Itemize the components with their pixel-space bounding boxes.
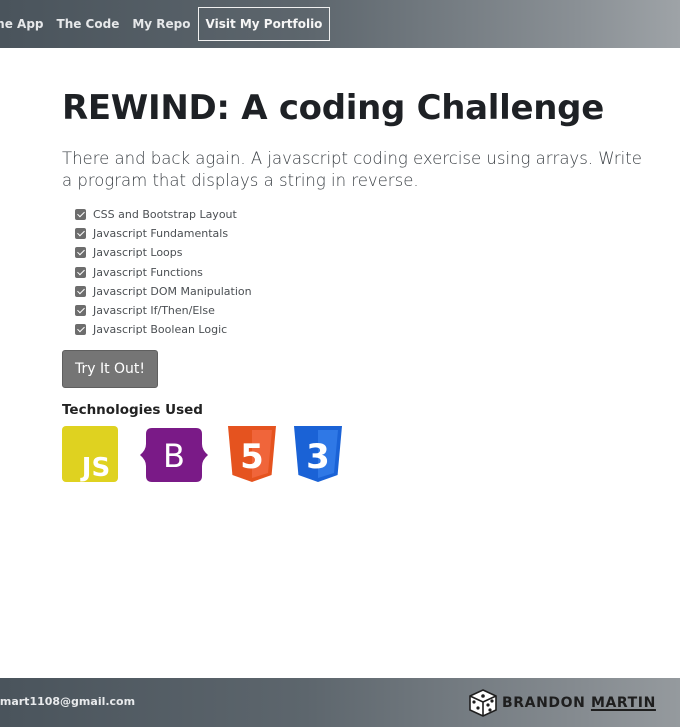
nav-links: The App The Code My Repo Visit My Portfo…	[0, 0, 331, 48]
checkbox-checked-icon[interactable]	[75, 247, 86, 259]
checklist-item: CSS and Bootstrap Layout	[75, 205, 252, 224]
checklist-item: Javascript Loops	[75, 243, 252, 262]
lead-text: There and back again. A javascript codin…	[62, 149, 642, 190]
nav-link-the-app[interactable]: The App	[0, 17, 44, 31]
try-it-out-button[interactable]: Try It Out!	[62, 350, 158, 388]
checkbox-checked-icon[interactable]	[75, 209, 86, 221]
checklist-item: Javascript Boolean Logic	[75, 320, 252, 339]
html5-logo-text: 5	[240, 437, 264, 477]
bootstrap-logo-text: B	[163, 437, 185, 475]
checklist-item: Javascript Functions	[75, 263, 252, 282]
checklist-label: Javascript DOM Manipulation	[93, 284, 252, 298]
checklist-item: Javascript If/Then/Else	[75, 301, 252, 320]
brand-first-name: BRANDON	[502, 695, 586, 711]
html5-logo-icon: 5	[228, 426, 276, 482]
checkbox-checked-icon[interactable]	[75, 305, 86, 317]
bootstrap-logo-icon: B	[140, 428, 208, 482]
navbar: The App The Code My Repo Visit My Portfo…	[0, 0, 680, 48]
nav-link-my-repo[interactable]: My Repo	[132, 17, 190, 31]
checklist-label: CSS and Bootstrap Layout	[93, 208, 237, 222]
css3-logo-text: 3	[306, 437, 330, 477]
footer-email-link[interactable]: bmart1108@gmail.com	[0, 695, 135, 708]
dice-logo-icon	[469, 689, 497, 717]
checkbox-checked-icon[interactable]	[75, 228, 86, 240]
javascript-logo-text: JS	[80, 453, 110, 482]
checkbox-checked-icon[interactable]	[75, 266, 86, 278]
checklist-item: Javascript DOM Manipulation	[75, 282, 252, 301]
page-title: REWIND: A coding Challenge	[62, 88, 604, 128]
checkbox-checked-icon[interactable]	[75, 285, 86, 297]
javascript-logo-icon: JS	[62, 426, 118, 482]
brand-logo[interactable]: BRANDON MARTIN	[468, 687, 656, 719]
brand-name: BRANDON MARTIN	[502, 695, 656, 711]
checklist-label: Javascript Functions	[93, 265, 203, 279]
skills-checklist: CSS and Bootstrap Layout Javascript Fund…	[75, 205, 252, 339]
checklist-label: Javascript Boolean Logic	[93, 323, 228, 337]
checklist-item: Javascript Fundamentals	[75, 224, 252, 243]
checklist-label: Javascript If/Then/Else	[93, 304, 215, 318]
footer: bmart1108@gmail.com BRANDON MARTIN	[0, 678, 680, 727]
brand-last-name: MARTIN	[590, 695, 656, 711]
checklist-label: Javascript Fundamentals	[93, 227, 229, 241]
css3-logo-icon: 3	[294, 426, 342, 482]
visit-portfolio-button[interactable]: Visit My Portfolio	[197, 7, 331, 41]
technologies-heading: Technologies Used	[62, 402, 203, 418]
checklist-label: Javascript Loops	[93, 246, 183, 260]
checkbox-checked-icon[interactable]	[75, 324, 86, 336]
nav-link-the-code[interactable]: The Code	[57, 17, 120, 31]
